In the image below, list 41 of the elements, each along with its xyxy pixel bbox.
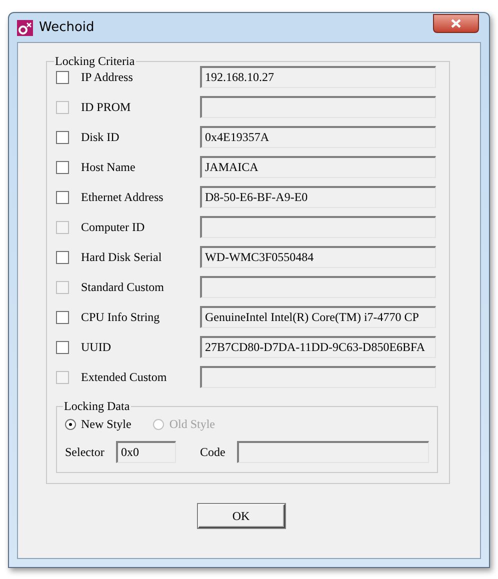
text-field[interactable]: 192.168.10.27 [200, 66, 436, 88]
text-field[interactable]: WD-WMC3F0550484 [200, 246, 436, 268]
criteria-label: Disk ID [81, 129, 120, 146]
text-field[interactable] [237, 441, 429, 463]
window-title: Wechoid [39, 18, 94, 37]
criteria-label: IP Address [81, 69, 134, 86]
text-field[interactable]: JAMAICA [200, 156, 436, 178]
text-field[interactable]: 0x0 [116, 441, 176, 463]
group-title: Locking Criteria [54, 55, 136, 67]
checkbox[interactable] [56, 250, 69, 264]
close-button[interactable] [433, 14, 479, 33]
text-field[interactable] [200, 216, 436, 238]
checkbox[interactable] [56, 340, 69, 354]
text-field[interactable] [200, 366, 436, 388]
checkbox[interactable] [56, 70, 69, 84]
criteria-label: Extended Custom [81, 369, 168, 386]
checkbox[interactable] [56, 310, 69, 324]
criteria-label: UUID [81, 339, 112, 356]
text-field[interactable]: 0x4E19357A [200, 126, 436, 148]
text-field[interactable]: GenuineIntel Intel(R) Core(TM) i7-4770 CP [200, 306, 436, 328]
criteria-label: Hard Disk Serial [81, 249, 163, 266]
text-field[interactable] [200, 96, 436, 118]
ok-button[interactable]: OK [198, 504, 284, 528]
criteria-label: Ethernet Address [81, 189, 164, 206]
criteria-label: Host Name [81, 159, 136, 176]
criteria-label: ID PROM [81, 99, 132, 116]
group-title: Locking Data [63, 400, 131, 412]
selector-label: Selector [65, 444, 106, 461]
app-icon [17, 20, 33, 36]
text-field[interactable] [200, 276, 436, 298]
checkbox[interactable] [56, 130, 69, 144]
text-field[interactable]: 27B7CD80-D7DA-11DD-9C63-D850E6BFA [200, 336, 436, 358]
radio-button[interactable]: New Style [65, 415, 132, 433]
checkbox[interactable] [56, 190, 69, 204]
criteria-label: Standard Custom [81, 279, 165, 296]
checkbox[interactable] [56, 160, 69, 174]
criteria-label: Computer ID [81, 219, 146, 236]
code-label: Code [200, 444, 226, 461]
close-icon [451, 19, 461, 28]
text-field[interactable]: D8-50-E6-BF-A9-E0 [200, 186, 436, 208]
criteria-label: CPU Info String [81, 309, 161, 326]
